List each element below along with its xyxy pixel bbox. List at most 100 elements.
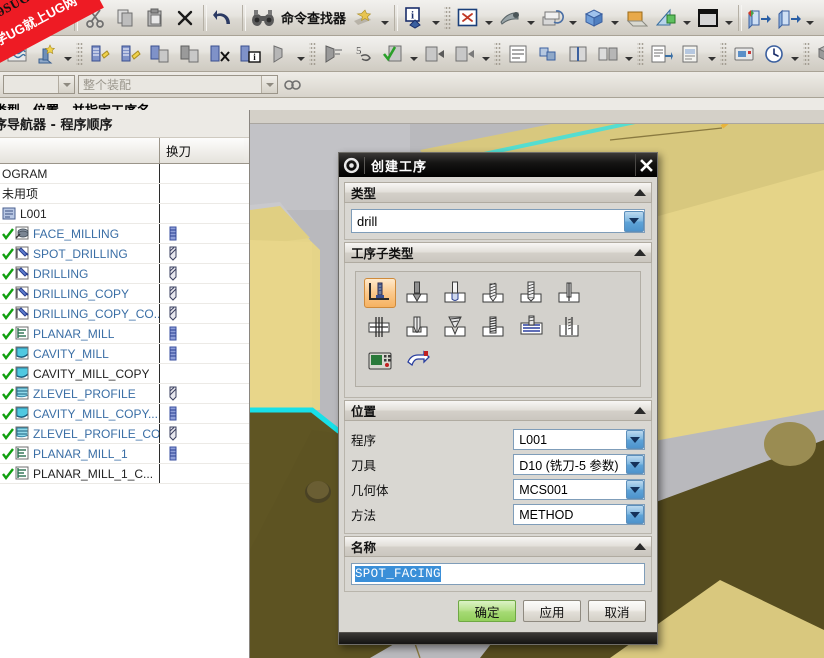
- position-field-combo[interactable]: L001: [513, 429, 645, 450]
- table-row[interactable]: DRILLING_COPY_CO...: [0, 304, 249, 324]
- close-icon[interactable]: [635, 154, 657, 176]
- verify-icon[interactable]: 5: [348, 39, 378, 69]
- row-name-cell[interactable]: L001: [0, 204, 160, 223]
- info-icon[interactable]: i: [400, 3, 430, 33]
- create-method-icon[interactable]: [115, 39, 145, 69]
- translucent-icon[interactable]: [651, 3, 681, 33]
- cancel-button[interactable]: 取消: [588, 600, 646, 622]
- shaded-cube-icon[interactable]: [579, 3, 609, 33]
- binoculars-icon[interactable]: [248, 3, 278, 33]
- row-toolchange-cell[interactable]: [160, 284, 244, 303]
- undo-icon[interactable]: [209, 3, 239, 33]
- fit-view-icon[interactable]: [453, 3, 483, 33]
- fit-view-dropdown-arrow[interactable]: [483, 3, 495, 33]
- table-row[interactable]: ZLEVEL_PROFILE: [0, 384, 249, 404]
- table-row[interactable]: FACE_MILLING: [0, 224, 249, 244]
- row-name-cell[interactable]: PLANAR_MILL_1_C...: [0, 464, 160, 483]
- compare-dropdown-arrow[interactable]: [623, 39, 635, 69]
- drill-user-defined-icon[interactable]: [402, 346, 434, 376]
- table-row[interactable]: CAVITY_MILL_COPY...: [0, 404, 249, 424]
- tool-path-icon[interactable]: [265, 39, 295, 69]
- clock-icon[interactable]: [759, 39, 789, 69]
- row-toolchange-cell[interactable]: [160, 324, 244, 343]
- chevron-down-icon[interactable]: [58, 76, 74, 93]
- row-toolchange-cell[interactable]: [160, 244, 244, 263]
- view-right-icon[interactable]: [774, 3, 804, 33]
- view-dropdown-arrow[interactable]: [804, 3, 816, 33]
- row-toolchange-cell[interactable]: [160, 264, 244, 283]
- row-name-cell[interactable]: DRILLING: [0, 264, 160, 283]
- countersinking-icon[interactable]: [440, 312, 472, 342]
- spot-drilling-icon[interactable]: [402, 278, 434, 308]
- toolbar-grip[interactable]: [76, 40, 83, 67]
- checkmark-icon[interactable]: [2, 247, 14, 260]
- zoom-icon[interactable]: [495, 3, 525, 33]
- chevron-down-icon[interactable]: [626, 480, 644, 499]
- selection-scope-combo[interactable]: [3, 75, 75, 94]
- row-toolchange-cell[interactable]: [160, 384, 244, 403]
- dialog-title-bar[interactable]: 创建工序: [339, 153, 657, 177]
- column-header-toolchange[interactable]: 换刀: [160, 138, 244, 163]
- row-toolchange-cell[interactable]: [160, 304, 244, 323]
- generate-toolpath-icon[interactable]: [318, 39, 348, 69]
- machine-icon[interactable]: [729, 39, 759, 69]
- row-toolchange-cell[interactable]: [160, 444, 244, 463]
- row-name-cell[interactable]: SPOT_DRILLING: [0, 244, 160, 263]
- command-finder-icon[interactable]: [349, 3, 379, 33]
- chevron-up-icon[interactable]: [629, 407, 651, 414]
- row-name-cell[interactable]: CAVITY_MILL_COPY...: [0, 404, 160, 423]
- hole-milling-icon[interactable]: [554, 312, 586, 342]
- apply-button[interactable]: 应用: [523, 600, 581, 622]
- chevron-down-icon[interactable]: [261, 76, 277, 93]
- chevron-up-icon[interactable]: [629, 543, 651, 550]
- row-name-cell[interactable]: CAVITY_MILL: [0, 344, 160, 363]
- translucent-dropdown-arrow[interactable]: [681, 3, 693, 33]
- chevron-up-icon[interactable]: [629, 189, 651, 196]
- object-info-icon[interactable]: i: [235, 39, 265, 69]
- paste-object-icon[interactable]: [175, 39, 205, 69]
- table-row[interactable]: PLANAR_MILL_1_C...: [0, 464, 249, 484]
- row-toolchange-cell[interactable]: [160, 424, 244, 443]
- zoom-dropdown-arrow[interactable]: [525, 3, 537, 33]
- create-operation-dialog[interactable]: 创建工序 类型 drill 工序子类型 位置 程序 L001 刀具 D10 (铣…: [338, 152, 658, 645]
- view-left-icon[interactable]: [744, 3, 774, 33]
- rotate-icon[interactable]: [537, 3, 567, 33]
- simulate-icon[interactable]: [420, 39, 450, 69]
- position-field-combo[interactable]: MCS001: [513, 479, 645, 500]
- chevron-down-icon[interactable]: [624, 210, 644, 232]
- toolbar-grip[interactable]: [637, 40, 644, 67]
- wireframe-dropdown-arrow[interactable]: [723, 3, 735, 33]
- table-row[interactable]: ZLEVEL_PROFILE_CO...: [0, 424, 249, 444]
- shaded-cube-dropdown-arrow[interactable]: [609, 3, 621, 33]
- position-field-combo[interactable]: METHOD: [513, 504, 645, 525]
- operation-name-input[interactable]: SPOT_FACING: [351, 563, 645, 585]
- compare-icon[interactable]: [593, 39, 623, 69]
- row-toolchange-cell[interactable]: [160, 344, 244, 363]
- delete-object-icon[interactable]: [205, 39, 235, 69]
- table-row[interactable]: SPOT_DRILLING: [0, 244, 249, 264]
- row-toolchange-cell[interactable]: [160, 184, 244, 203]
- cut-icon[interactable]: [80, 3, 110, 33]
- checkmark-icon[interactable]: [2, 427, 14, 440]
- graph-icon[interactable]: [2, 3, 32, 33]
- checkmark-icon[interactable]: [2, 267, 14, 280]
- group-header-position[interactable]: 位置: [344, 400, 652, 421]
- copy-object-icon[interactable]: [145, 39, 175, 69]
- info-dropdown-arrow[interactable]: [430, 3, 442, 33]
- command-finder-dropdown-arrow[interactable]: [379, 3, 391, 33]
- toolbar-grip[interactable]: [720, 40, 727, 67]
- create-program-icon[interactable]: [85, 39, 115, 69]
- checkmark-icon[interactable]: [2, 407, 14, 420]
- clock-dropdown-arrow[interactable]: [789, 39, 801, 69]
- row-name-cell[interactable]: DRILLING_COPY_CO...: [0, 304, 160, 323]
- group-header-type[interactable]: 类型: [344, 182, 652, 203]
- row-name-cell[interactable]: PLANAR_MILL_1: [0, 444, 160, 463]
- spot-facing-icon[interactable]: [364, 278, 396, 308]
- ok-button[interactable]: 确定: [458, 600, 516, 622]
- row-name-cell[interactable]: FACE_MILLING: [0, 224, 160, 243]
- toolbar-grip[interactable]: [309, 40, 316, 67]
- divide-icon[interactable]: [563, 39, 593, 69]
- chevron-up-icon[interactable]: [629, 249, 651, 256]
- rotate-dropdown-arrow[interactable]: [567, 3, 579, 33]
- confirm-dropdown-arrow[interactable]: [408, 39, 420, 69]
